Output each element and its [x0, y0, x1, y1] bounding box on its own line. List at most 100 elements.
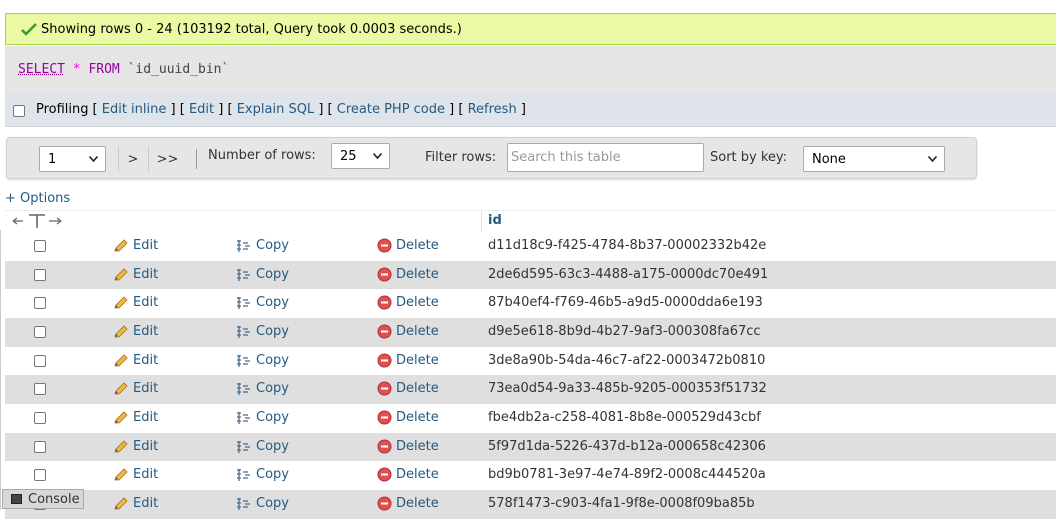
row-copy-link[interactable]: Copy — [236, 467, 289, 482]
pencil-icon — [114, 324, 128, 337]
pencil-icon — [114, 410, 128, 423]
copy-icon — [237, 296, 250, 309]
row-checkbox[interactable] — [34, 412, 46, 424]
copy-icon — [237, 354, 250, 367]
copy-icon — [237, 411, 250, 424]
copy-label: Copy — [256, 267, 289, 282]
nav-divider — [196, 149, 197, 169]
delete-icon — [377, 238, 392, 253]
explain-sql-link[interactable]: Explain SQL — [237, 102, 314, 117]
rows-per-page-select[interactable]: 25 — [331, 143, 390, 169]
copy-label: Copy — [256, 238, 289, 253]
delete-label: Delete — [396, 410, 439, 425]
row-delete-link[interactable]: Delete — [377, 381, 439, 396]
row-id-value: 3de8a90b-54da-46c7-af22-0003472b0810 — [488, 353, 766, 368]
success-message: Showing rows 0 - 24 (103192 total, Query… — [5, 13, 1056, 45]
table-row: Edit Copy Delete 87b40ef4-f769-46b5-a9d5-00… — [5, 289, 1056, 318]
row-id-value: 73ea0d54-9a33-485b-9205-000353f51732 — [488, 381, 767, 396]
row-delete-link[interactable]: Delete — [377, 324, 439, 339]
row-copy-link[interactable]: Copy — [236, 410, 289, 425]
profiling-links: [ Edit inline ] [ Edit ] [ Explain SQL ]… — [92, 101, 526, 117]
table-left-border — [0, 230, 1, 510]
row-edit-link[interactable]: Edit — [113, 267, 158, 282]
row-edit-link[interactable]: Edit — [113, 295, 158, 310]
delete-icon — [377, 353, 392, 368]
row-delete-link[interactable]: Delete — [377, 439, 439, 454]
row-checkbox[interactable] — [34, 240, 46, 252]
row-copy-link[interactable]: Copy — [236, 267, 289, 282]
row-delete-link[interactable]: Delete — [377, 353, 439, 368]
chevron-down-icon — [373, 153, 382, 159]
create-php-code-link[interactable]: Create PHP code — [337, 102, 445, 117]
copy-label: Copy — [256, 295, 289, 310]
sql-star: * — [72, 61, 81, 77]
column-resize-arrows-icon[interactable] — [11, 212, 63, 230]
row-checkbox[interactable] — [34, 326, 46, 338]
row-copy-link[interactable]: Copy — [236, 295, 289, 310]
options-link[interactable]: + Options — [5, 191, 70, 206]
row-id-value: fbe4db2a-c258-4081-8b8e-000529d43cbf — [488, 410, 761, 425]
row-checkbox[interactable] — [34, 269, 46, 281]
table-row: Edit Copy Delete d11d18c9-f425-4784-8b37-00… — [5, 232, 1056, 261]
row-checkbox[interactable] — [34, 383, 46, 395]
row-edit-link[interactable]: Edit — [113, 324, 158, 339]
row-edit-link[interactable]: Edit — [113, 353, 158, 368]
row-edit-link[interactable]: Edit — [113, 410, 158, 425]
edit-label: Edit — [133, 267, 159, 282]
last-page-button[interactable]: >> — [148, 146, 186, 172]
console-icon — [11, 494, 22, 504]
sort-by-key-label: Sort by key: — [710, 150, 788, 165]
row-checkbox[interactable] — [34, 297, 46, 309]
row-copy-link[interactable]: Copy — [236, 353, 289, 368]
delete-icon — [377, 381, 392, 396]
copy-icon — [237, 440, 250, 453]
row-copy-link[interactable]: Copy — [236, 238, 289, 253]
row-copy-link[interactable]: Copy — [236, 324, 289, 339]
row-copy-link[interactable]: Copy — [236, 381, 289, 396]
row-checkbox[interactable] — [34, 441, 46, 453]
pencil-icon — [114, 353, 128, 366]
console-toggle[interactable]: Console — [2, 489, 84, 509]
row-delete-link[interactable]: Delete — [377, 295, 439, 310]
delete-label: Delete — [396, 324, 439, 339]
delete-icon — [377, 324, 392, 339]
row-delete-link[interactable]: Delete — [377, 267, 439, 282]
chevron-down-icon — [89, 156, 98, 162]
pencil-icon — [114, 496, 128, 509]
sql-table-name: `id_uuid_bin` — [127, 61, 230, 77]
row-copy-link[interactable]: Copy — [236, 439, 289, 454]
pencil-icon — [114, 267, 128, 280]
copy-icon — [237, 268, 250, 281]
row-edit-link[interactable]: Edit — [113, 381, 158, 396]
sql-query: SELECT * FROM `id_uuid_bin` — [18, 62, 229, 77]
profiling-checkbox[interactable] — [13, 105, 25, 117]
rows-per-page-value: 25 — [340, 148, 357, 164]
row-checkbox[interactable] — [34, 469, 46, 481]
page-select[interactable]: 1 — [39, 146, 106, 172]
edit-label: Edit — [133, 238, 159, 253]
row-checkbox[interactable] — [34, 355, 46, 367]
sort-by-key-select[interactable]: None — [803, 146, 945, 172]
row-edit-link[interactable]: Edit — [113, 238, 158, 253]
edit-link[interactable]: Edit — [189, 102, 214, 117]
sql-query-box: SELECT * FROM `id_uuid_bin` — [5, 46, 1056, 92]
row-edit-link[interactable]: Edit — [113, 467, 158, 482]
edit-inline-link[interactable]: Edit inline — [102, 102, 167, 117]
filter-rows-input[interactable]: Search this table — [507, 143, 704, 172]
row-delete-link[interactable]: Delete — [377, 410, 439, 425]
table-row: Edit Copy Delete 73ea0d54-9a33-485b-9205-00… — [5, 375, 1056, 404]
filter-rows-placeholder: Search this table — [511, 150, 621, 165]
copy-label: Copy — [256, 353, 289, 368]
row-edit-link[interactable]: Edit — [113, 439, 158, 454]
next-page-button[interactable]: > — [118, 146, 147, 172]
column-header-id[interactable]: id — [488, 213, 502, 228]
delete-label: Delete — [396, 267, 439, 282]
row-delete-link[interactable]: Delete — [377, 467, 439, 482]
copy-label: Copy — [256, 439, 289, 454]
sql-from-keyword: FROM — [88, 61, 120, 77]
copy-label: Copy — [256, 467, 289, 482]
refresh-link[interactable]: Refresh — [468, 102, 517, 117]
sql-select-keyword[interactable]: SELECT — [18, 62, 65, 77]
copy-label: Copy — [256, 381, 289, 396]
row-delete-link[interactable]: Delete — [377, 238, 439, 253]
